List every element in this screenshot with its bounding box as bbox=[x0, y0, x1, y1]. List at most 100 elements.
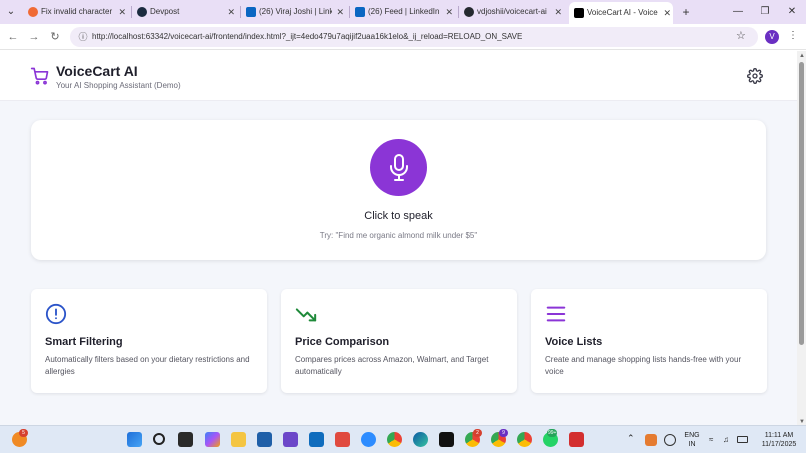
claude-favicon-icon bbox=[28, 7, 38, 17]
feature-title: Price Comparison bbox=[295, 336, 390, 348]
tab-fix-invalid-character[interactable]: Fix invalid character e ✕ bbox=[28, 3, 128, 21]
feature-card-voice-lists: Voice Lists Create and manage shopping l… bbox=[531, 289, 767, 393]
task-view-icon[interactable] bbox=[178, 432, 193, 447]
microphone-icon bbox=[390, 154, 408, 181]
clock-time: 11:11 AM bbox=[764, 432, 794, 439]
address-bar[interactable]: ⓘ http://localhost:63342/voicecart-ai/fr… bbox=[70, 27, 758, 47]
widget-notification-badge: 5 bbox=[19, 429, 28, 437]
microsoft-store-icon[interactable] bbox=[257, 432, 272, 447]
feature-description: Compares prices across Amazon, Walmart, … bbox=[295, 355, 489, 376]
tab-separator bbox=[131, 6, 132, 18]
new-tab-plus-icon[interactable]: + bbox=[679, 3, 693, 21]
forward-arrow-icon[interactable]: → bbox=[26, 29, 42, 45]
app-subtitle: Your AI Shopping Assistant (Demo) bbox=[56, 81, 181, 90]
clock[interactable]: 11:11 AM 11/17/2025 bbox=[755, 431, 803, 449]
trending-down-icon bbox=[295, 308, 317, 322]
linkedin-favicon-icon bbox=[246, 7, 256, 17]
reload-icon[interactable]: ↻ bbox=[47, 29, 63, 45]
tab-separator bbox=[458, 6, 459, 18]
photos-icon[interactable] bbox=[283, 432, 298, 447]
feature-card-price-comparison: Price Comparison Compares prices across … bbox=[281, 289, 517, 393]
clock-date: 11/17/2025 bbox=[761, 441, 797, 448]
browser-toolbar: ← → ↻ ⓘ http://localhost:63342/voicecart… bbox=[0, 24, 806, 50]
chrome-badge: 9 bbox=[499, 429, 508, 437]
zoom-icon[interactable] bbox=[361, 432, 376, 447]
browser-tab-strip: ⌄ Fix invalid character e ✕ Devpost ✕ (2… bbox=[0, 0, 806, 24]
outlook-icon[interactable] bbox=[309, 432, 324, 447]
acrobat-icon[interactable] bbox=[569, 432, 584, 447]
app-launcher-icon[interactable] bbox=[335, 432, 350, 447]
whatsapp-badge: 99+ bbox=[547, 429, 558, 437]
scroll-up-arrow-icon[interactable]: ▲ bbox=[799, 53, 805, 59]
close-tab-icon[interactable]: ✕ bbox=[118, 3, 126, 21]
close-tab-icon[interactable]: ✕ bbox=[227, 3, 235, 21]
tab-github-repo[interactable]: vdjoshii/voicecart-ai ✕ bbox=[464, 3, 564, 21]
volume-icon[interactable]: ♫ bbox=[723, 435, 729, 444]
tab-devpost[interactable]: Devpost ✕ bbox=[137, 3, 237, 21]
chrome-badge: 2 bbox=[473, 429, 482, 437]
tab-label: (26) Viraj Joshi | Linke bbox=[259, 7, 332, 16]
close-tab-icon[interactable]: ✕ bbox=[336, 3, 344, 21]
scrollbar-thumb[interactable] bbox=[799, 62, 804, 345]
do-not-disturb-icon[interactable] bbox=[664, 434, 676, 446]
region-label: IN bbox=[688, 441, 696, 448]
edge-icon[interactable] bbox=[413, 432, 428, 447]
shopping-cart-icon bbox=[30, 67, 49, 85]
settings-gear-icon[interactable] bbox=[747, 68, 763, 84]
app-header: VoiceCart AI Your AI Shopping Assistant … bbox=[0, 51, 797, 101]
chrome-profile-icon[interactable] bbox=[517, 432, 532, 447]
wifi-icon[interactable]: ≈ bbox=[709, 435, 713, 444]
list-icon bbox=[546, 306, 566, 322]
windows-start-icon[interactable] bbox=[127, 432, 142, 447]
search-icon[interactable] bbox=[153, 433, 165, 445]
github-favicon-icon bbox=[464, 7, 474, 17]
app-title: VoiceCart AI bbox=[56, 63, 138, 79]
page-viewport: VoiceCart AI Your AI Shopping Assistant … bbox=[0, 51, 797, 425]
tab-voicecart-active[interactable]: VoiceCart AI - Voice ✕ bbox=[569, 2, 673, 24]
tab-label: (26) Feed | LinkedIn bbox=[368, 7, 440, 16]
intellij-icon[interactable] bbox=[439, 432, 454, 447]
tab-separator bbox=[240, 6, 241, 18]
page-scrollbar[interactable]: ▲ ▼ bbox=[797, 51, 806, 425]
devpost-favicon-icon bbox=[137, 7, 147, 17]
close-tab-icon[interactable]: ✕ bbox=[445, 3, 453, 21]
tab-linkedin-feed[interactable]: (26) Feed | LinkedIn ✕ bbox=[355, 3, 455, 21]
click-to-speak-label: Click to speak bbox=[364, 210, 433, 222]
feature-card-smart-filtering: Smart Filtering Automatically filters ba… bbox=[31, 289, 267, 393]
tab-label: Fix invalid character e bbox=[41, 7, 114, 16]
jetbrains-favicon-icon bbox=[574, 8, 584, 18]
show-hidden-icons-chevron-icon[interactable]: ⌃ bbox=[627, 434, 635, 443]
feature-description: Create and manage shopping lists hands-f… bbox=[545, 355, 742, 376]
profile-avatar[interactable]: V bbox=[765, 30, 779, 44]
restore-window-icon[interactable]: ❐ bbox=[756, 3, 774, 21]
close-tab-icon[interactable]: ✕ bbox=[554, 3, 562, 21]
close-tab-icon[interactable]: ✕ bbox=[663, 2, 671, 24]
minimize-window-icon[interactable]: — bbox=[729, 3, 747, 21]
linkedin-favicon-icon bbox=[355, 7, 365, 17]
back-arrow-icon[interactable]: ← bbox=[5, 29, 21, 45]
feature-title: Smart Filtering bbox=[45, 336, 123, 348]
language-label: ENG bbox=[684, 432, 700, 439]
browser-menu-icon[interactable]: ⋮ bbox=[788, 30, 798, 41]
example-query-hint: Try: "Find me organic almond milk under … bbox=[319, 231, 478, 240]
tray-app-icon[interactable] bbox=[645, 434, 657, 446]
copilot-icon[interactable] bbox=[205, 432, 220, 447]
tab-linkedin-profile[interactable]: (26) Viraj Joshi | Linke ✕ bbox=[246, 3, 346, 21]
feature-title: Voice Lists bbox=[545, 336, 603, 348]
url-text[interactable]: http://localhost:63342/voicecart-ai/fron… bbox=[92, 27, 522, 47]
tab-label: Devpost bbox=[150, 7, 180, 16]
input-language-indicator[interactable]: ENG IN bbox=[683, 431, 701, 449]
chrome-icon[interactable] bbox=[387, 432, 402, 447]
voice-input-card: Click to speak Try: "Find me organic alm… bbox=[31, 120, 766, 260]
bookmark-star-icon[interactable]: ☆ bbox=[736, 29, 746, 42]
feature-description: Automatically filters based on your diet… bbox=[45, 355, 250, 376]
site-info-icon[interactable]: ⓘ bbox=[76, 30, 90, 44]
alert-circle-icon bbox=[45, 303, 67, 325]
microphone-button[interactable] bbox=[370, 139, 427, 196]
battery-icon[interactable] bbox=[737, 436, 748, 443]
file-explorer-icon[interactable] bbox=[231, 432, 246, 447]
tab-label: vdjoshii/voicecart-ai bbox=[477, 7, 547, 16]
tab-label: VoiceCart AI - Voice bbox=[587, 8, 658, 17]
tab-search-chevron-icon[interactable]: ⌄ bbox=[3, 4, 19, 20]
close-window-icon[interactable]: ✕ bbox=[783, 3, 801, 21]
